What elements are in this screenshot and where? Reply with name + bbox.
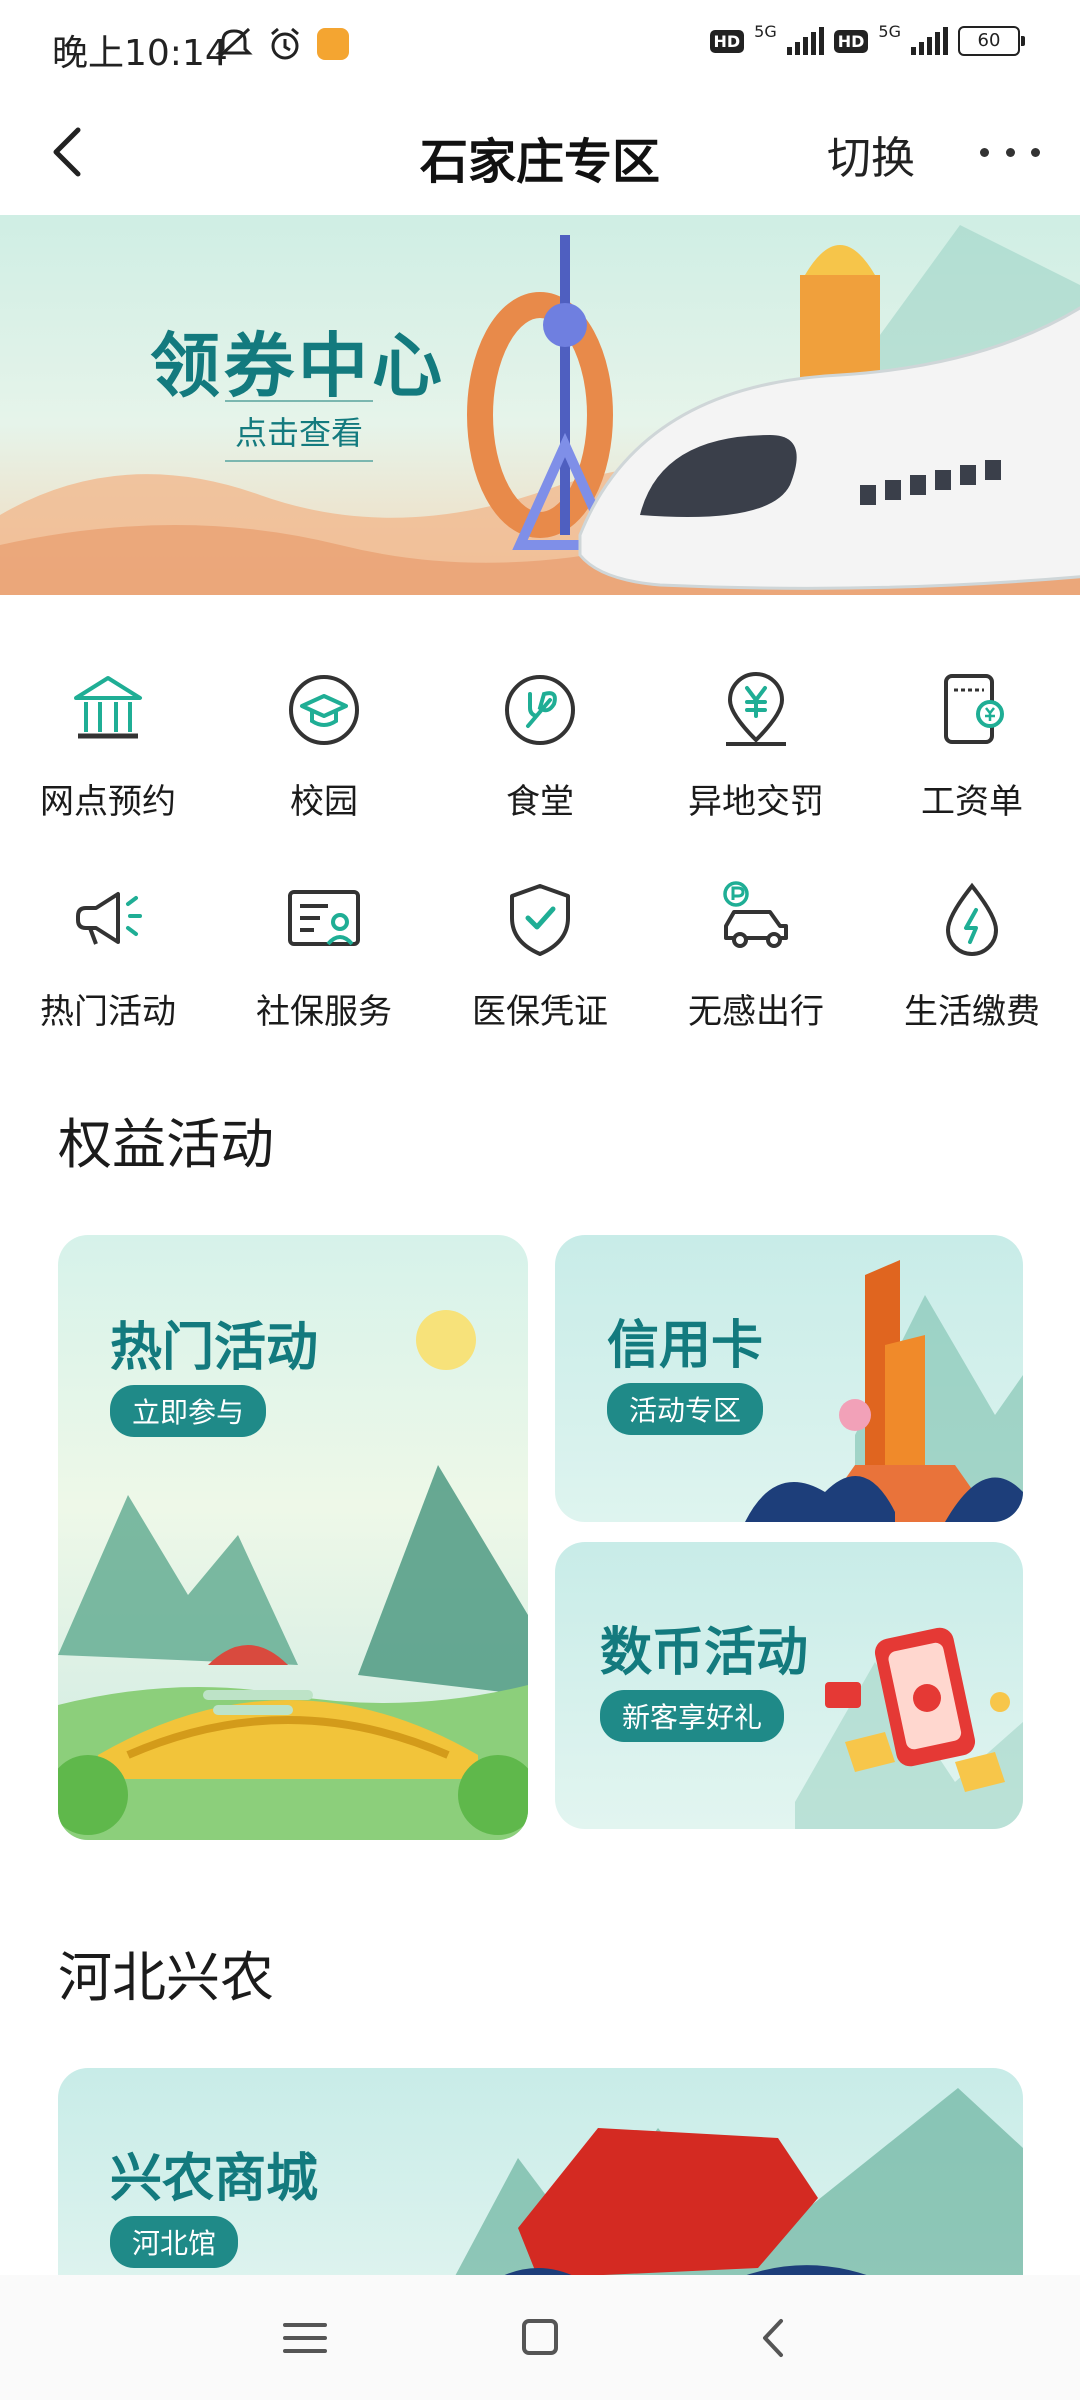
service-utility-payment[interactable]: 生活缴费	[864, 850, 1080, 1060]
service-label: 社保服务	[256, 992, 392, 1032]
coupon-center-banner[interactable]: 领券中心 点击查看	[0, 215, 1080, 595]
service-seamless-travel[interactable]: 无感出行	[648, 850, 864, 1060]
id-card-icon	[288, 890, 360, 946]
section-title-hebei: 河北兴农	[58, 1946, 274, 2009]
service-label: 校园	[290, 782, 358, 822]
service-label: 生活缴费	[904, 992, 1040, 1032]
service-hot-activities[interactable]: 热门活动	[0, 850, 216, 1060]
network-type: 5G	[754, 21, 777, 41]
app-notification-icon	[317, 28, 349, 60]
salary-slip-icon	[944, 674, 1004, 744]
status-system-icons: HD 5G HD 5G 60	[709, 22, 1025, 56]
banner-title: 领券中心	[150, 325, 446, 407]
more-icon[interactable]	[980, 132, 1040, 172]
credit-card-pill[interactable]: 活动专区	[607, 1383, 764, 1435]
alarm-icon	[271, 27, 299, 60]
mute-icon	[215, 27, 253, 59]
network-type-2: 5G	[878, 21, 901, 41]
back-triangle-icon[interactable]	[745, 2313, 805, 2363]
car-parking-icon	[723, 881, 788, 948]
graduation-cap-icon	[289, 675, 359, 745]
bank-icon	[74, 676, 142, 739]
service-label: 网点预约	[40, 782, 176, 822]
yuan-location-icon	[726, 672, 786, 746]
signal-icon-2	[911, 27, 948, 55]
hot-activities-title: 热门活动	[110, 1318, 319, 1378]
service-payslip[interactable]: 工资单	[864, 640, 1080, 850]
status-notification-icons	[215, 26, 349, 62]
xingnong-mall-title: 兴农商城	[110, 2149, 319, 2209]
digital-currency-card[interactable]: 数币活动 新客享好礼	[555, 1542, 1023, 1829]
switch-button[interactable]: 切换	[827, 122, 915, 186]
service-label: 热门活动	[40, 992, 176, 1032]
service-row-1: 网点预约 校园 食堂 异地交罚 工资单	[0, 640, 1080, 850]
service-medical-insurance[interactable]: 医保凭证	[432, 850, 648, 1060]
water-drop-bolt-icon	[945, 882, 999, 956]
home-square-icon[interactable]	[510, 2313, 570, 2363]
credit-card-card[interactable]: 信用卡 活动专区	[555, 1235, 1023, 1522]
nav-bar: 石家庄专区 切换	[0, 92, 1080, 214]
hot-activities-pill[interactable]: 立即参与	[110, 1385, 267, 1437]
page-title: 石家庄专区	[419, 134, 660, 190]
digital-currency-illustration	[795, 1627, 1023, 1829]
service-label: 食堂	[506, 782, 574, 822]
digital-currency-title: 数币活动	[600, 1623, 809, 1683]
cutlery-icon	[505, 675, 575, 745]
battery-icon: 60	[958, 26, 1025, 56]
xingnong-mall-card[interactable]: 兴农商城 河北馆	[58, 2068, 1023, 2308]
service-grid: 网点预约 校园 食堂 异地交罚 工资单 热门活动 社保服务 医保凭证 无感出行 …	[0, 640, 1080, 1060]
xingnong-mall-pill[interactable]: 河北馆	[110, 2216, 239, 2268]
credit-card-title: 信用卡	[607, 1316, 764, 1376]
hot-activities-card[interactable]: 热门活动 立即参与	[58, 1235, 528, 1840]
status-bar: 晚上10:14 HD 5G HD 5G 60	[0, 0, 1080, 92]
service-label: 异地交罚	[688, 782, 824, 822]
banner-subtitle: 点击查看	[225, 400, 374, 462]
menu-icon[interactable]	[275, 2313, 335, 2363]
megaphone-icon	[76, 892, 142, 945]
digital-currency-pill[interactable]: 新客享好礼	[600, 1690, 785, 1742]
service-label: 医保凭证	[472, 992, 608, 1032]
service-canteen[interactable]: 食堂	[432, 640, 648, 850]
service-social-security[interactable]: 社保服务	[216, 850, 432, 1060]
shield-check-icon	[510, 884, 570, 956]
hd-badge: HD	[709, 29, 745, 53]
hd-badge-2: HD	[833, 29, 869, 53]
service-row-2: 热门活动 社保服务 医保凭证 无感出行 生活缴费	[0, 850, 1080, 1060]
section-title-benefits: 权益活动	[58, 1113, 274, 1176]
service-remote-traffic-fine[interactable]: 异地交罚	[648, 640, 864, 850]
status-time: 晚上10:14	[52, 33, 228, 74]
credit-card-illustration	[745, 1260, 1023, 1522]
service-label: 工资单	[921, 782, 1023, 822]
service-label: 无感出行	[688, 992, 824, 1032]
service-campus[interactable]: 校园	[216, 640, 432, 850]
service-branch-appointment[interactable]: 网点预约	[0, 640, 216, 850]
signal-icon	[786, 27, 824, 55]
system-nav-bar	[0, 2275, 1080, 2400]
